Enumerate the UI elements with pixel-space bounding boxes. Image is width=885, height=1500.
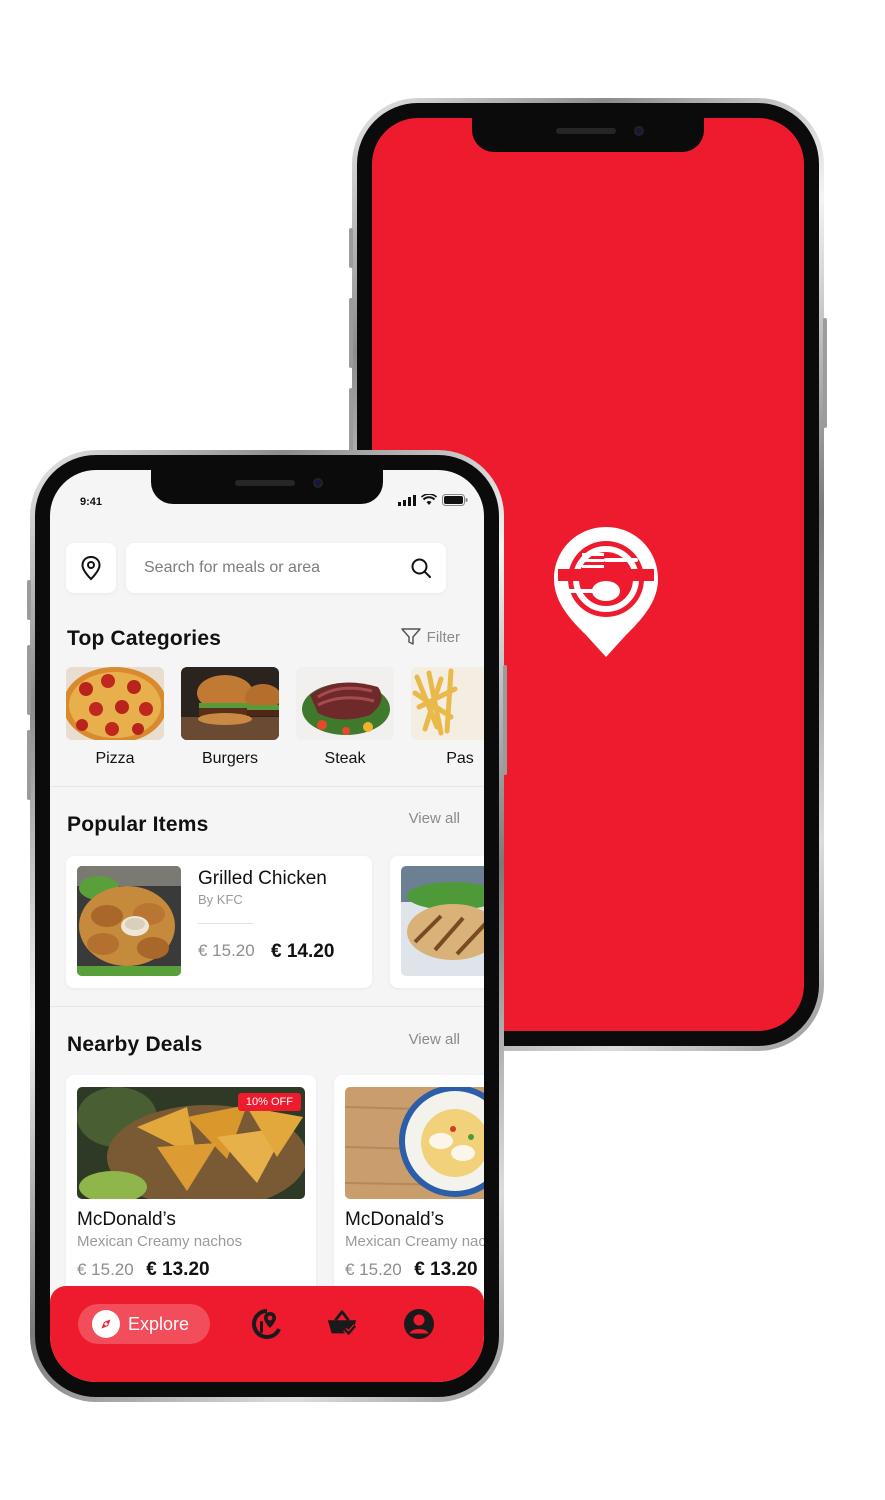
deal-prices: € 15.20 € 13.20 — [345, 1259, 478, 1281]
home-phone: 9:41 Search for meals or area Top Catego… — [27, 450, 507, 1402]
deal-description: Mexican Creamy nachos — [345, 1233, 484, 1250]
category-item-steak[interactable]: Steak — [296, 667, 394, 768]
notch — [151, 470, 383, 504]
new-price: € 13.20 — [414, 1259, 478, 1280]
deals-view-all-link[interactable]: View all — [409, 1031, 460, 1048]
ceviche-image — [345, 1087, 484, 1199]
nachos-image: 10% OFF — [77, 1087, 305, 1199]
categories-list: Pizza Burgers Steak Pas — [66, 667, 484, 768]
deal-description: Mexican Creamy nachos — [77, 1233, 243, 1250]
profile-icon — [404, 1309, 434, 1339]
nearby-deals-title: Nearby Deals — [67, 1033, 203, 1056]
notch — [472, 118, 704, 152]
grilled-chicken-image — [77, 866, 181, 976]
discount-badge: 10% OFF — [237, 1093, 301, 1111]
deal-prices: € 15.20 € 13.20 — [77, 1259, 210, 1281]
compass-icon — [92, 1310, 120, 1338]
volume-down-button — [27, 730, 31, 800]
search-icon[interactable] — [410, 557, 432, 579]
category-label: Burgers — [201, 750, 259, 767]
deal-restaurant-name: McDonald’s — [345, 1209, 444, 1230]
popular-view-all-link[interactable]: View all — [409, 810, 460, 827]
section-divider — [50, 786, 484, 787]
popular-items-list: Grilled Chicken By KFC € 15.20 € 14.20 — [66, 856, 484, 988]
nearby-deals-list: 10% OFF McDonald’s Mexican Creamy nachos… — [66, 1075, 484, 1305]
old-price: € 15.20 — [77, 1260, 134, 1279]
old-price: € 15.20 — [345, 1260, 402, 1279]
bottom-navigation: Explore — [50, 1286, 484, 1382]
location-pin-icon — [81, 555, 101, 581]
popular-item-name: Grilled Chicken — [198, 868, 327, 889]
new-price: € 14.20 — [271, 941, 335, 962]
search-row — [66, 543, 446, 593]
grilled-chicken-sandwich-image — [401, 866, 484, 976]
category-label: Steak — [324, 750, 366, 767]
top-categories-title: Top Categories — [67, 627, 222, 650]
burgers-image — [181, 667, 279, 740]
steak-image — [296, 667, 394, 740]
power-button — [823, 318, 827, 428]
status-time: 9:41 — [80, 496, 103, 508]
pizza-image — [66, 667, 164, 740]
popular-items-title: Popular Items — [67, 813, 209, 836]
app-logo-icon — [554, 527, 658, 657]
popular-item-vendor: By KFC — [198, 892, 243, 907]
category-item-pizza[interactable]: Pizza — [66, 667, 164, 768]
category-item-burgers[interactable]: Burgers — [181, 667, 279, 768]
nav-explore-tab[interactable]: Explore — [78, 1304, 210, 1344]
card-separator — [198, 923, 254, 924]
mute-switch — [349, 228, 353, 268]
deal-card[interactable]: 10% OFF McDonald’s Mexican Creamy nachos… — [66, 1075, 316, 1305]
filter-button[interactable]: Filter — [400, 628, 460, 646]
search-box[interactable] — [126, 543, 446, 593]
volume-down-button — [349, 388, 353, 458]
filter-icon — [400, 628, 421, 645]
category-label: Pizza — [95, 750, 135, 767]
search-input[interactable] — [144, 559, 410, 577]
nav-explore-label: Explore — [128, 1313, 190, 1334]
category-label: Pas — [446, 750, 474, 767]
home-screen: 9:41 Search for meals or area Top Catego… — [50, 470, 484, 1382]
location-button[interactable] — [66, 543, 116, 593]
new-price: € 13.20 — [146, 1259, 210, 1280]
pasta-image — [411, 667, 484, 740]
mute-switch — [27, 580, 31, 620]
phone-bezel: 9:41 Search for meals or area Top Catego… — [35, 455, 499, 1397]
status-icons — [398, 494, 468, 506]
food-location-icon — [252, 1309, 281, 1339]
basket-icon — [327, 1310, 357, 1337]
deal-restaurant-name: McDonald’s — [77, 1209, 176, 1230]
deal-card[interactable]: McDonald’s Mexican Creamy nachos € 15.20… — [334, 1075, 484, 1305]
volume-up-button — [27, 645, 31, 715]
volume-up-button — [349, 298, 353, 368]
wifi-icon — [421, 494, 437, 505]
section-divider — [50, 1006, 484, 1007]
nav-profile-tab[interactable] — [403, 1308, 435, 1340]
nav-restaurants-tab[interactable] — [251, 1308, 283, 1340]
old-price: € 15.20 — [198, 941, 255, 960]
category-item-pasta[interactable]: Pas — [411, 667, 484, 768]
power-button — [503, 665, 507, 775]
battery-icon — [442, 494, 468, 506]
nav-basket-tab[interactable] — [326, 1308, 358, 1340]
popular-item-card[interactable] — [390, 856, 484, 988]
popular-item-card[interactable]: Grilled Chicken By KFC € 15.20 € 14.20 — [66, 856, 372, 988]
signal-icon — [398, 494, 416, 506]
filter-label: Filter — [426, 628, 460, 646]
